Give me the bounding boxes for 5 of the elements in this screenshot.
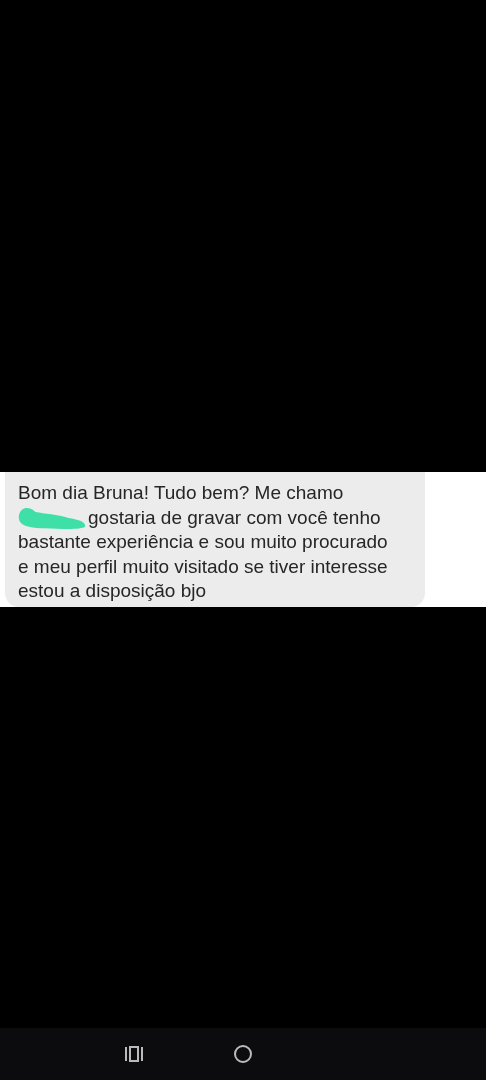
message-text: bastante experiência e sou muito procurado e meu perfil muito visitado se tiver interesse estou a disposição bjo xyxy=(18,530,389,603)
message-text: Bom dia Bruna! Tudo bem? Me chamo xyxy=(18,481,344,505)
message-text: gostaria de gravar com você tenho xyxy=(88,505,381,530)
recent-apps-icon[interactable] xyxy=(124,1045,144,1063)
home-icon[interactable] xyxy=(233,1044,253,1064)
